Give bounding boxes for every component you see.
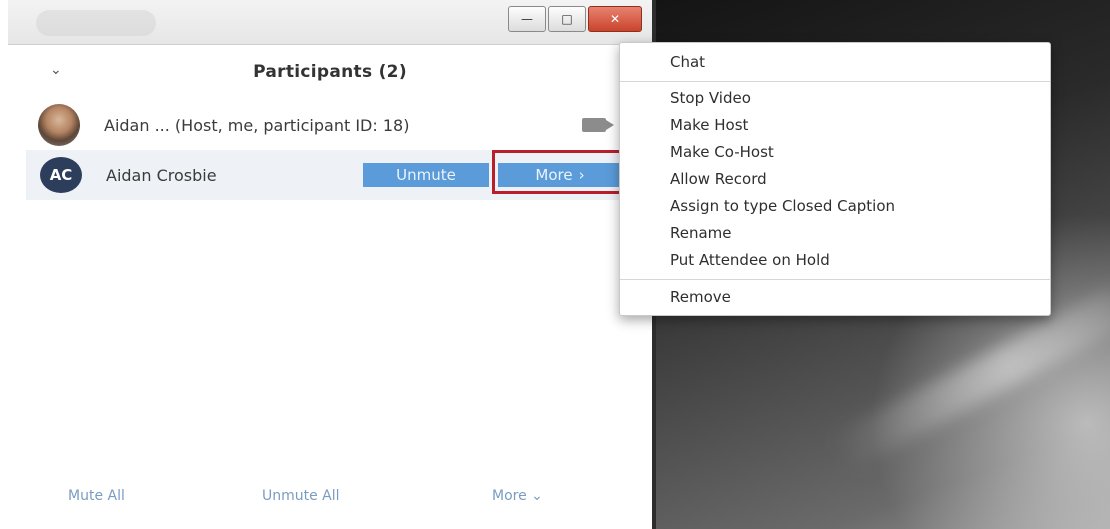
menu-item-rename[interactable]: Rename <box>670 224 732 242</box>
participant-row-aidan-crosbie[interactable]: AC Aidan Crosbie Unmute More › <box>26 150 652 200</box>
maximize-button[interactable]: □ <box>548 6 586 32</box>
video-camera-icon[interactable] <box>582 118 614 132</box>
more-context-menu: Chat Stop Video Make Host Make Co-Host A… <box>619 42 1051 316</box>
unmute-button[interactable]: Unmute <box>363 163 489 187</box>
close-icon: ✕ <box>609 12 621 26</box>
menu-item-allow-record[interactable]: Allow Record <box>670 170 767 188</box>
maximize-icon: □ <box>561 12 573 26</box>
menu-item-make-host[interactable]: Make Host <box>670 116 748 134</box>
participants-window: — □ ✕ ⌄ Participants (2) Aidan ... (Host… <box>8 0 656 529</box>
window-controls: — □ ✕ <box>508 6 642 32</box>
mute-all-button[interactable]: Mute All <box>68 488 125 504</box>
avatar: AC <box>40 157 82 193</box>
panel-header: ⌄ Participants (2) <box>8 44 652 100</box>
menu-item-stop-video[interactable]: Stop Video <box>670 89 751 107</box>
chevron-down-icon: ⌄ <box>531 488 543 504</box>
footer-more-label: More <box>492 488 527 504</box>
more-button[interactable]: More › <box>498 163 622 187</box>
menu-item-chat[interactable]: Chat <box>670 53 705 71</box>
menu-divider <box>620 279 1050 280</box>
minimize-icon: — <box>521 12 533 26</box>
more-button-label: More <box>535 166 573 184</box>
menu-item-assign-closed-caption[interactable]: Assign to type Closed Caption <box>670 197 895 215</box>
title-bar: — □ ✕ <box>8 0 652 45</box>
menu-item-make-co-host[interactable]: Make Co-Host <box>670 143 774 161</box>
footer-more-button[interactable]: More ⌄ <box>492 488 543 504</box>
menu-divider <box>620 81 1050 82</box>
participants-footer: Mute All Unmute All More ⌄ <box>8 480 652 520</box>
chevron-right-icon: › <box>578 166 585 184</box>
titlebar-ghost-shape <box>36 10 156 36</box>
participant-row-host[interactable]: Aidan ... (Host, me, participant ID: 18) <box>26 100 652 150</box>
menu-item-remove[interactable]: Remove <box>670 288 731 306</box>
unmute-all-button[interactable]: Unmute All <box>262 488 340 504</box>
menu-item-put-on-hold[interactable]: Put Attendee on Hold <box>670 251 830 269</box>
participant-name: Aidan Crosbie <box>106 165 217 185</box>
avatar <box>38 104 80 146</box>
panel-title: Participants (2) <box>253 62 407 82</box>
minimize-button[interactable]: — <box>508 6 546 32</box>
close-button[interactable]: ✕ <box>588 6 642 32</box>
participant-name: Aidan ... (Host, me, participant ID: 18) <box>104 115 410 135</box>
